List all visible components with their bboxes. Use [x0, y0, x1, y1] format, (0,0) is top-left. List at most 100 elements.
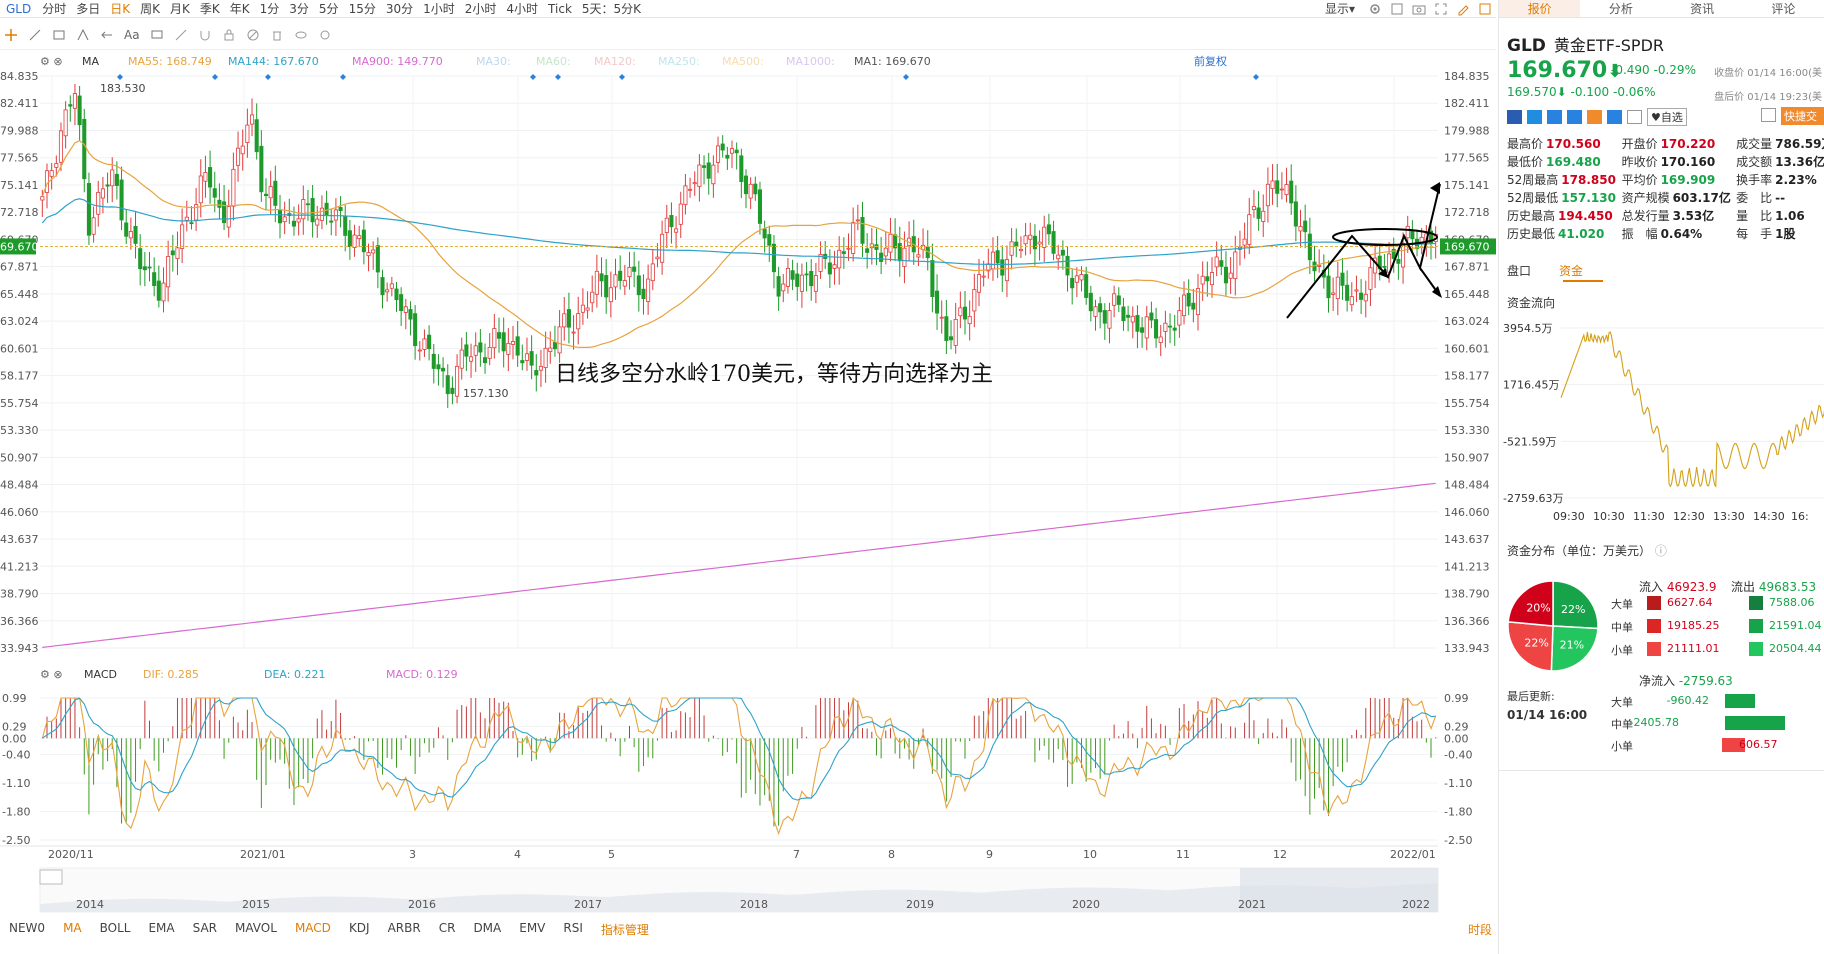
- indicator-tab-12[interactable]: RSI: [554, 921, 592, 938]
- candle-body[interactable]: [119, 179, 124, 221]
- quote-tab-1[interactable]: 分析: [1580, 0, 1661, 17]
- candle-body[interactable]: [259, 145, 264, 193]
- candle-body[interactable]: [487, 347, 492, 359]
- candle-body[interactable]: [771, 243, 776, 273]
- candle-body[interactable]: [189, 222, 194, 225]
- candle-body[interactable]: [720, 143, 725, 151]
- candle-body[interactable]: [678, 203, 683, 225]
- candle-body[interactable]: [655, 256, 660, 260]
- event-marker[interactable]: [265, 74, 271, 80]
- candle-body[interactable]: [1009, 241, 1014, 256]
- candle-body[interactable]: [729, 148, 735, 154]
- candle-body[interactable]: [674, 228, 679, 233]
- candle-body[interactable]: [1046, 224, 1051, 235]
- candle-body[interactable]: [403, 306, 408, 313]
- lightning-icon[interactable]: [1527, 110, 1542, 124]
- candle-body[interactable]: [1219, 260, 1224, 267]
- candle-body[interactable]: [702, 165, 707, 168]
- candle-body[interactable]: [138, 248, 143, 270]
- candle-body[interactable]: [1158, 336, 1163, 343]
- candle-body[interactable]: [1298, 226, 1303, 232]
- candle-body[interactable]: [1074, 275, 1079, 283]
- candle-body[interactable]: [650, 263, 655, 282]
- candle-body[interactable]: [1168, 325, 1173, 328]
- macd-settings-icon[interactable]: ⚙ ⊗: [40, 668, 63, 681]
- indicator-tab-5[interactable]: MAVOL: [226, 921, 286, 938]
- watchlist-button[interactable]: ♥自选: [1647, 108, 1687, 126]
- tag-icon[interactable]: [1607, 110, 1622, 124]
- candle-body[interactable]: [455, 365, 460, 397]
- candle-body[interactable]: [417, 349, 422, 352]
- candle-body[interactable]: [1209, 272, 1215, 286]
- candle-body[interactable]: [1023, 235, 1028, 245]
- candle-body[interactable]: [692, 182, 697, 185]
- indicator-tab-9[interactable]: CR: [430, 921, 465, 938]
- candle-body[interactable]: [128, 231, 133, 239]
- candle-body[interactable]: [361, 229, 366, 253]
- candle-body[interactable]: [813, 275, 818, 292]
- candle-body[interactable]: [147, 266, 152, 269]
- candle-body[interactable]: [1018, 248, 1023, 252]
- candle-body[interactable]: [1186, 292, 1191, 307]
- candle-body[interactable]: [743, 175, 749, 195]
- candle-body[interactable]: [1251, 206, 1256, 211]
- help-icon[interactable]: ⓘ: [1655, 544, 1667, 558]
- event-marker[interactable]: [903, 74, 909, 80]
- candle-body[interactable]: [431, 353, 436, 369]
- candle-body[interactable]: [795, 273, 800, 287]
- session-button[interactable]: 时段: [1468, 921, 1492, 938]
- candle-body[interactable]: [683, 185, 688, 206]
- indicator-tab-1[interactable]: MA: [54, 921, 91, 938]
- candle-body[interactable]: [1233, 251, 1238, 279]
- indicator-tab-10[interactable]: DMA: [464, 921, 510, 938]
- candle-body[interactable]: [576, 313, 581, 330]
- candle-body[interactable]: [846, 247, 851, 250]
- candle-body[interactable]: [492, 328, 497, 349]
- candle-body[interactable]: [520, 360, 525, 364]
- candle-body[interactable]: [660, 233, 665, 263]
- candle-body[interactable]: [739, 155, 744, 182]
- candle-body[interactable]: [1289, 180, 1294, 204]
- candle-body[interactable]: [100, 188, 105, 199]
- candle-body[interactable]: [785, 268, 790, 287]
- candle-body[interactable]: [958, 307, 963, 317]
- candle-body[interactable]: [156, 280, 161, 301]
- candle-body[interactable]: [566, 309, 571, 328]
- candle-body[interactable]: [916, 254, 921, 258]
- candle-body[interactable]: [1331, 292, 1336, 295]
- candle-body[interactable]: [1112, 293, 1117, 306]
- candle-body[interactable]: [263, 193, 269, 197]
- candle-body[interactable]: [748, 183, 753, 199]
- candle-body[interactable]: [1065, 255, 1070, 276]
- event-marker[interactable]: [340, 74, 346, 80]
- subtab-fund[interactable]: 资金: [1559, 262, 1583, 279]
- candle-body[interactable]: [478, 342, 483, 353]
- candle-body[interactable]: [1303, 220, 1308, 233]
- candle-body[interactable]: [161, 282, 166, 302]
- candle-body[interactable]: [1000, 259, 1005, 276]
- candle-body[interactable]: [273, 180, 278, 206]
- candle-body[interactable]: [510, 341, 516, 345]
- candle-body[interactable]: [1107, 310, 1112, 329]
- candle-body[interactable]: [734, 149, 739, 154]
- candle-body[interactable]: [580, 304, 585, 313]
- candle-body[interactable]: [571, 331, 576, 334]
- candle-body[interactable]: [827, 262, 832, 275]
- candle-body[interactable]: [464, 344, 469, 357]
- candle-body[interactable]: [664, 217, 669, 233]
- candle-body[interactable]: [291, 220, 297, 227]
- quote-tab-3[interactable]: 评论: [1743, 0, 1824, 17]
- candle-body[interactable]: [1037, 241, 1042, 245]
- candle-body[interactable]: [245, 124, 250, 143]
- candle-body[interactable]: [249, 114, 255, 125]
- candle-body[interactable]: [1326, 275, 1331, 299]
- candle-body[interactable]: [152, 272, 157, 287]
- chain-icon[interactable]: [1587, 110, 1602, 124]
- candle-body[interactable]: [995, 250, 1000, 264]
- candle-body[interactable]: [967, 316, 972, 325]
- candle-body[interactable]: [1261, 210, 1266, 222]
- candle-body[interactable]: [725, 154, 730, 159]
- candle-body[interactable]: [874, 244, 879, 250]
- candle-body[interactable]: [1135, 315, 1140, 332]
- candle-body[interactable]: [399, 294, 404, 312]
